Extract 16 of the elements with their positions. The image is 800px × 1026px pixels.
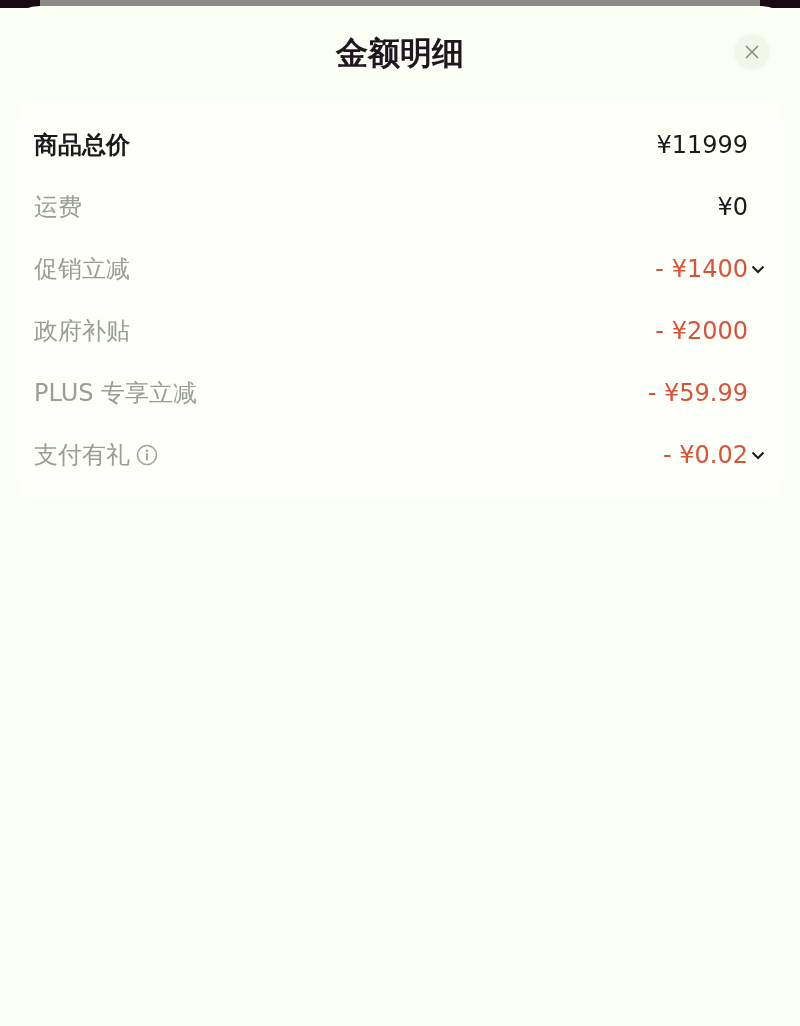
amount-value: - ¥2000: [655, 317, 748, 345]
amount-value: ¥0: [717, 193, 748, 221]
close-icon: [745, 45, 759, 59]
row-label: 运费: [34, 192, 82, 223]
amount-value: - ¥1400: [655, 255, 748, 283]
row-label: 支付有礼: [34, 440, 130, 471]
amount-value: ¥11999: [656, 131, 748, 159]
row-label: 政府补贴: [34, 316, 130, 347]
row-label: PLUS 专享立减: [34, 378, 198, 409]
row-label: 促销立减: [34, 254, 130, 285]
sheet-title: 金额明细: [336, 33, 464, 74]
chevron-down-icon[interactable]: [751, 450, 765, 460]
amount-value: - ¥59.99: [647, 379, 748, 407]
chevron-down-icon[interactable]: [751, 264, 765, 274]
amount-value: - ¥0.02: [663, 441, 748, 469]
row-label: 商品总价: [34, 130, 130, 161]
